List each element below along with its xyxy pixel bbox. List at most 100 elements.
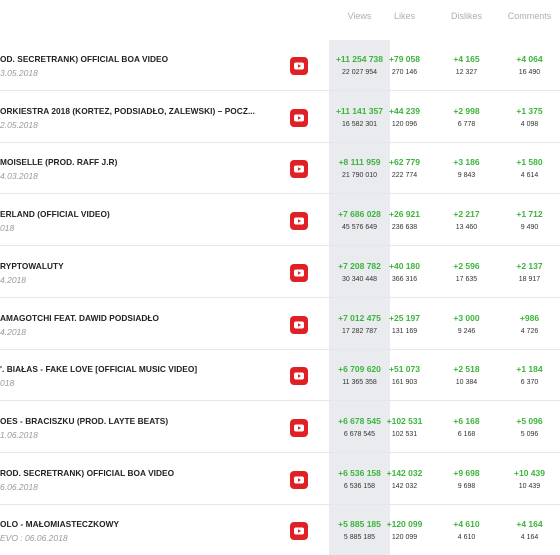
video-date: 2.05.2018 xyxy=(0,119,38,130)
table-row[interactable]: AMAGOTCHI FEAT. DAWID PODSIADŁO 4.2018 +7 … xyxy=(0,299,560,350)
video-title[interactable]: '. BIAŁAS - FAKE LOVE [OFFICIAL MUSIC VI… xyxy=(0,364,197,374)
video-date: 4.2018 xyxy=(0,326,26,337)
likes-total: 120 099 xyxy=(391,534,418,542)
comments-total: 4 164 xyxy=(520,534,539,542)
likes-delta: +120 099 xyxy=(386,519,423,530)
comments-delta: +986 xyxy=(519,312,540,323)
column-header-dislikes[interactable]: Dislikes xyxy=(436,11,497,21)
table-row[interactable]: '. BIAŁAS - FAKE LOVE [OFFICIAL MUSIC VI… xyxy=(0,350,560,402)
dislikes-delta: +3 186 xyxy=(453,157,480,168)
likes-delta: +51 073 xyxy=(389,364,420,375)
likes-delta: +102 531 xyxy=(386,415,423,426)
youtube-icon[interactable] xyxy=(290,522,308,541)
likes-total: 131 169 xyxy=(391,327,418,335)
video-title[interactable]: ERLAND (OFFICIAL VIDEO) xyxy=(0,209,110,219)
likes-delta: +26 921 xyxy=(389,209,420,220)
likes-delta: +142 032 xyxy=(386,467,423,478)
comments-total: 4 614 xyxy=(520,172,539,180)
comments-delta: +1 375 xyxy=(516,105,543,116)
table-row[interactable]: ORKIESTRA 2018 (KORTEZ, PODSIADŁO, ZALEW… xyxy=(0,92,560,143)
comments-delta: +4 064 xyxy=(516,54,543,64)
table-row[interactable]: RYPTOWALUTY 4.2018 +7 208 782 30 340 448 +40… xyxy=(0,247,560,298)
likes-delta: +79 058 xyxy=(389,54,420,64)
dislikes-delta: +9 698 xyxy=(453,467,480,478)
comments-total: 5 096 xyxy=(520,430,539,438)
comments-total: 16 490 xyxy=(518,69,541,76)
table-row[interactable]: OLO - MAŁOMIASTECZKOWY EVO : 06.06.2018 +5… xyxy=(0,505,560,555)
video-date: 1.06.2018 xyxy=(0,429,38,440)
comments-delta: +5 096 xyxy=(516,415,543,426)
table-row[interactable]: OES - BRACISZKU (PROD. LAYTE BEATS) 1.06.… xyxy=(0,402,560,453)
dislikes-delta: +4 610 xyxy=(453,519,480,530)
dislikes-total: 6 168 xyxy=(457,430,476,438)
dislikes-total: 10 384 xyxy=(455,379,478,387)
dislikes-delta: +2 596 xyxy=(453,260,480,271)
video-date: 018 xyxy=(0,378,15,389)
dislikes-total: 9 698 xyxy=(457,482,476,490)
youtube-icon[interactable] xyxy=(290,315,308,334)
comments-total: 4 726 xyxy=(520,327,539,335)
video-title[interactable]: RYPTOWALUTY xyxy=(0,261,64,271)
dislikes-delta: +3 000 xyxy=(453,312,480,323)
video-title[interactable]: MOISELLE (PROD. RAFF J.R) xyxy=(0,157,117,167)
video-title[interactable]: ROD. SECRETRANK) OFFICIAL BOA VIDEO xyxy=(0,468,174,478)
table-row[interactable]: OD. SECRETRANK) OFFICIAL BOA VIDEO 3.05.2… xyxy=(0,40,560,91)
dislikes-total: 9 843 xyxy=(457,172,476,180)
comments-total: 18 917 xyxy=(518,275,541,283)
dislikes-total: 17 635 xyxy=(455,275,478,283)
youtube-icon[interactable] xyxy=(290,367,308,386)
comments-delta: +2 137 xyxy=(516,260,543,271)
likes-total: 270 146 xyxy=(391,69,418,76)
video-date: 018 xyxy=(0,223,15,234)
comments-delta: +1 184 xyxy=(516,364,543,375)
table-row[interactable]: ROD. SECRETRANK) OFFICIAL BOA VIDEO 6.06.… xyxy=(0,454,560,505)
youtube-icon[interactable] xyxy=(290,263,308,282)
comments-delta: +1 580 xyxy=(516,157,543,168)
video-title[interactable]: OES - BRACISZKU (PROD. LAYTE BEATS) xyxy=(0,416,168,426)
column-header-comments[interactable]: Comments xyxy=(499,11,560,21)
likes-total: 142 032 xyxy=(391,482,418,490)
youtube-icon[interactable] xyxy=(290,57,308,75)
video-title[interactable]: OD. SECRETRANK) OFFICIAL BOA VIDEO xyxy=(0,54,168,64)
dislikes-total: 4 610 xyxy=(457,534,476,542)
column-header-likes[interactable]: Likes xyxy=(374,11,435,21)
likes-delta: +44 239 xyxy=(389,105,420,116)
video-date: 4.2018 xyxy=(0,274,26,285)
youtube-icon[interactable] xyxy=(290,212,308,231)
comments-delta: +1 712 xyxy=(516,209,543,220)
dislikes-total: 9 246 xyxy=(457,327,476,335)
comments-delta: +10 439 xyxy=(514,467,545,478)
video-title[interactable]: ORKIESTRA 2018 (KORTEZ, PODSIADŁO, ZALEW… xyxy=(0,106,255,116)
table-row[interactable]: ERLAND (OFFICIAL VIDEO) 018 +7 686 028 45 5… xyxy=(0,195,560,247)
video-title[interactable]: OLO - MAŁOMIASTECZKOWY xyxy=(0,519,119,529)
video-date: 4.03.2018 xyxy=(0,171,38,182)
youtube-icon[interactable] xyxy=(290,418,308,437)
likes-total: 236 638 xyxy=(391,224,418,232)
youtube-icon[interactable] xyxy=(290,470,308,489)
comments-delta: +4 164 xyxy=(516,519,543,530)
likes-delta: +40 180 xyxy=(389,260,420,271)
dislikes-delta: +2 518 xyxy=(453,364,480,375)
likes-total: 222 774 xyxy=(391,172,418,180)
youtube-icon[interactable] xyxy=(290,160,308,179)
dislikes-total: 12 327 xyxy=(455,69,478,76)
likes-total: 102 531 xyxy=(391,430,418,438)
video-ranking-table: Views Likes Dislikes Comments OD. SECRET… xyxy=(0,0,560,555)
dislikes-delta: +6 168 xyxy=(453,415,480,426)
video-date: 3.05.2018 xyxy=(0,68,38,78)
table-row[interactable]: MOISELLE (PROD. RAFF J.R) 4.03.2018 +8 111… xyxy=(0,143,560,195)
likes-delta: +25 197 xyxy=(389,312,420,323)
dislikes-delta: +2 217 xyxy=(453,209,480,220)
video-date: EVO : 06.06.2018 xyxy=(0,533,68,544)
comments-total: 4 098 xyxy=(520,120,539,128)
likes-total: 120 096 xyxy=(391,120,418,128)
comments-total: 10 439 xyxy=(518,482,541,490)
likes-total: 366 316 xyxy=(391,275,418,283)
dislikes-delta: +4 165 xyxy=(453,54,480,64)
video-title[interactable]: AMAGOTCHI FEAT. DAWID PODSIADŁO xyxy=(0,313,159,323)
dislikes-total: 6 778 xyxy=(457,120,476,128)
likes-delta: +62 779 xyxy=(389,157,420,168)
youtube-icon[interactable] xyxy=(290,108,308,127)
comments-total: 9 490 xyxy=(520,224,539,232)
likes-total: 161 903 xyxy=(391,379,418,387)
